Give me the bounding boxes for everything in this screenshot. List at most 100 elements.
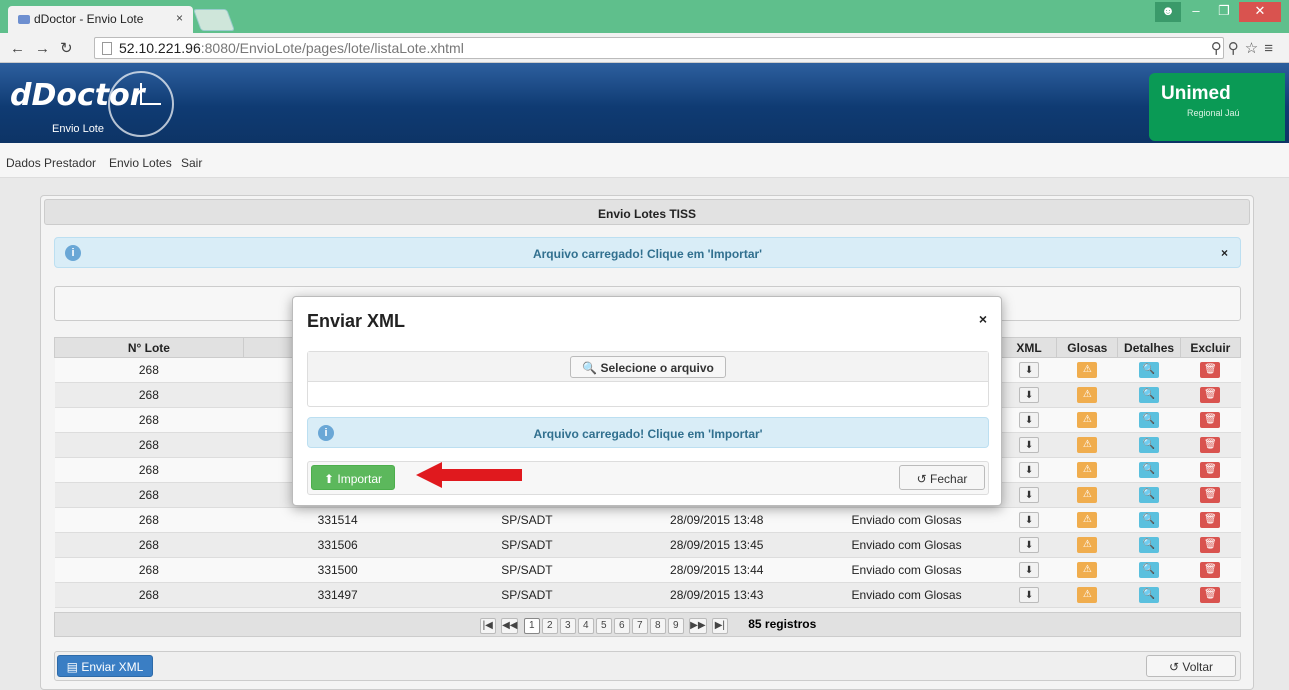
cell-xml: ⬇ — [1001, 457, 1057, 483]
minimize-icon[interactable]: – — [1183, 2, 1209, 22]
delete-icon[interactable]: 🗑 — [1200, 437, 1221, 453]
enviar-xml-dialog: Enviar XML × 🔍 Selecione o arquivo i Arq… — [292, 296, 1002, 506]
warning-icon[interactable]: ⚠ — [1077, 437, 1098, 453]
table-row[interactable]: 268 331497 SP/SADT 28/09/2015 13:43 Enviado … — [54, 582, 1241, 608]
download-xml-icon[interactable]: ⬇ — [1019, 537, 1040, 553]
download-xml-icon[interactable]: ⬇ — [1019, 587, 1040, 603]
delete-icon[interactable]: 🗑 — [1200, 387, 1221, 403]
warning-icon[interactable]: ⚠ — [1077, 587, 1098, 603]
page-button[interactable]: 9 — [667, 618, 684, 634]
window-controls: ☻ – ❐ ✕ — [1155, 2, 1281, 24]
nav-buttons: ←→↻ — [10, 39, 83, 57]
warning-icon[interactable]: ⚠ — [1077, 487, 1098, 503]
page-button[interactable]: 3 — [559, 618, 576, 634]
voltar-label: Voltar — [1182, 660, 1214, 674]
tab-close-icon[interactable]: × — [176, 11, 183, 25]
details-search-icon[interactable]: 🔍 — [1139, 462, 1160, 478]
page-button[interactable]: 5 — [595, 618, 612, 634]
cell-glosa: ⚠ — [1056, 532, 1118, 558]
forward-icon[interactable]: → — [35, 40, 60, 57]
download-xml-icon[interactable]: ⬇ — [1019, 362, 1040, 378]
details-search-icon[interactable]: 🔍 — [1139, 587, 1160, 603]
download-xml-icon[interactable]: ⬇ — [1019, 512, 1040, 528]
menu-item-sair[interactable]: Sair — [181, 156, 202, 170]
page-button[interactable]: 8 — [649, 618, 666, 634]
back-icon[interactable]: ← — [10, 40, 35, 57]
fechar-button[interactable]: ↺ Fechar — [899, 465, 985, 490]
panel-title: Envio Lotes TISS — [44, 199, 1250, 225]
cell-xml: ⬇ — [1001, 357, 1057, 383]
voltar-button[interactable]: ↺ Voltar — [1146, 655, 1236, 677]
cell-num: 331514 — [243, 507, 433, 533]
details-search-icon[interactable]: 🔍 — [1139, 562, 1160, 578]
new-tab-button[interactable] — [192, 9, 236, 31]
page-button[interactable]: 7 — [631, 618, 648, 634]
details-search-icon[interactable]: 🔍 — [1139, 387, 1160, 403]
delete-icon[interactable]: 🗑 — [1200, 487, 1221, 503]
select-file-button[interactable]: 🔍 Selecione o arquivo — [570, 356, 726, 378]
window-close-icon[interactable]: ✕ — [1239, 2, 1281, 22]
fechar-label: Fechar — [930, 472, 968, 486]
url-input[interactable]: 52.10.221.96:8080/EnvioLote/pages/lote/l… — [94, 37, 1224, 59]
details-search-icon[interactable]: 🔍 — [1139, 412, 1160, 428]
importar-button[interactable]: ⬆ Importar — [311, 465, 395, 490]
browser-tab[interactable]: dDoctor - Envio Lote × — [8, 6, 193, 33]
cell-det: 🔍 — [1117, 482, 1181, 508]
cell-glosa: ⚠ — [1056, 407, 1118, 433]
details-search-icon[interactable]: 🔍 — [1139, 537, 1160, 553]
delete-icon[interactable]: 🗑 — [1200, 512, 1221, 528]
message-close-icon[interactable]: × — [1221, 246, 1228, 260]
warning-icon[interactable]: ⚠ — [1077, 362, 1098, 378]
zoom-icon[interactable]: ⚲ — [1211, 40, 1228, 57]
key-icon[interactable]: ⚲ — [1228, 40, 1245, 57]
warning-icon[interactable]: ⚠ — [1077, 537, 1098, 553]
next-page-button[interactable]: ▶▶ — [689, 618, 707, 634]
download-xml-icon[interactable]: ⬇ — [1019, 562, 1040, 578]
cell-det: 🔍 — [1117, 507, 1181, 533]
table-row[interactable]: 268 331506 SP/SADT 28/09/2015 13:45 Enviado … — [54, 532, 1241, 558]
delete-icon[interactable]: 🗑 — [1200, 537, 1221, 553]
warning-icon[interactable]: ⚠ — [1077, 512, 1098, 528]
details-search-icon[interactable]: 🔍 — [1139, 437, 1160, 453]
col-lote[interactable]: N° Lote — [54, 337, 244, 358]
maximize-icon[interactable]: ❐ — [1211, 2, 1237, 22]
dialog-close-icon[interactable]: × — [979, 311, 987, 327]
details-search-icon[interactable]: 🔍 — [1139, 487, 1160, 503]
delete-icon[interactable]: 🗑 — [1200, 587, 1221, 603]
cell-glosa: ⚠ — [1056, 482, 1118, 508]
table-row[interactable]: 268 331514 SP/SADT 28/09/2015 13:48 Enviado … — [54, 507, 1241, 533]
enviar-xml-button[interactable]: ▤ Enviar XML — [57, 655, 153, 677]
menu-item-envio-lotes[interactable]: Envio Lotes — [109, 156, 172, 170]
cell-glosa: ⚠ — [1056, 357, 1118, 383]
page-button[interactable]: 1 — [523, 618, 540, 634]
delete-icon[interactable]: 🗑 — [1200, 412, 1221, 428]
details-search-icon[interactable]: 🔍 — [1139, 362, 1160, 378]
download-xml-icon[interactable]: ⬇ — [1019, 412, 1040, 428]
first-page-button[interactable]: |◀ — [479, 618, 496, 634]
warning-icon[interactable]: ⚠ — [1077, 462, 1098, 478]
download-xml-icon[interactable]: ⬇ — [1019, 487, 1040, 503]
prev-page-button[interactable]: ◀◀ — [501, 618, 519, 634]
download-xml-icon[interactable]: ⬇ — [1019, 437, 1040, 453]
page-button[interactable]: 6 — [613, 618, 630, 634]
delete-icon[interactable]: 🗑 — [1200, 462, 1221, 478]
warning-icon[interactable]: ⚠ — [1077, 387, 1098, 403]
last-page-button[interactable]: ▶| — [711, 618, 728, 634]
warning-icon[interactable]: ⚠ — [1077, 562, 1098, 578]
warning-icon[interactable]: ⚠ — [1077, 412, 1098, 428]
page-button[interactable]: 2 — [541, 618, 558, 634]
delete-icon[interactable]: 🗑 — [1200, 362, 1221, 378]
info-message-text: Arquivo carregado! Clique em 'Importar' — [532, 247, 763, 261]
download-xml-icon[interactable]: ⬇ — [1019, 387, 1040, 403]
reload-icon[interactable]: ↻ — [60, 40, 83, 57]
cell-det: 🔍 — [1117, 357, 1181, 383]
download-xml-icon[interactable]: ⬇ — [1019, 462, 1040, 478]
details-search-icon[interactable]: 🔍 — [1139, 512, 1160, 528]
menu-item-dados-prestador[interactable]: Dados Prestador — [6, 156, 96, 170]
table-row[interactable]: 268 331500 SP/SADT 28/09/2015 13:44 Enviado … — [54, 557, 1241, 583]
menu-icon[interactable]: ≡ — [1264, 40, 1279, 57]
user-icon[interactable]: ☻ — [1155, 2, 1181, 22]
page-button[interactable]: 4 — [577, 618, 594, 634]
star-icon[interactable]: ☆ — [1245, 40, 1264, 57]
delete-icon[interactable]: 🗑 — [1200, 562, 1221, 578]
